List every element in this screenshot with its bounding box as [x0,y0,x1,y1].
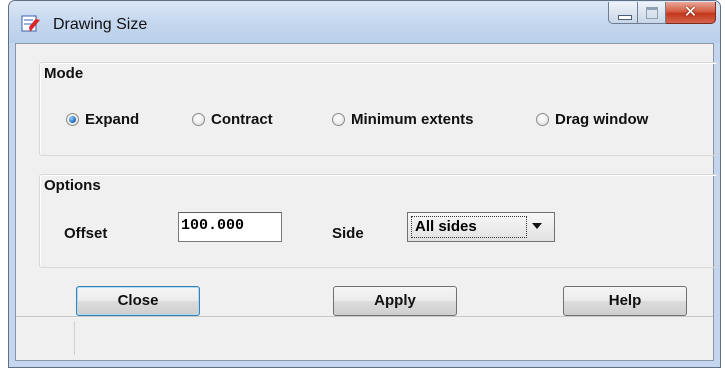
offset-label: Offset [64,225,108,242]
radio-icon [332,113,345,126]
title-bar[interactable]: Drawing Size ✕ [9,1,720,43]
minimize-icon [618,15,632,20]
dropdown-arrow-icon [532,223,542,229]
side-select[interactable]: All sides [407,212,555,242]
close-icon: ✕ [683,2,698,21]
app-icon [21,15,40,32]
radio-icon [66,113,79,126]
side-select-value: All sides [411,216,527,238]
window-title: Drawing Size [53,16,148,33]
minimize-button[interactable] [608,2,638,24]
radio-drag-window[interactable]: Drag window [536,111,648,128]
radio-label: Drag window [555,111,649,128]
radio-minimum-extents[interactable]: Minimum extents [332,111,474,128]
radio-expand[interactable]: Expand [66,111,139,128]
radio-label: Minimum extents [351,111,474,128]
options-group-title: Options [44,177,101,194]
dialog-body: Mode Expand Contract Minimum extents Dra… [15,43,718,361]
radio-icon [192,113,205,126]
side-label: Side [332,225,364,242]
radio-icon [536,113,549,126]
window-controls: ✕ [608,2,716,24]
mode-group [39,62,718,156]
dialog-window: Drawing Size ✕ Mode Expand Contract Mini… [8,0,721,368]
close-window-button[interactable]: ✕ [666,2,716,24]
maximize-icon [646,7,658,19]
mode-group-title: Mode [44,65,84,82]
close-button[interactable]: Close [76,286,200,316]
maximize-button[interactable] [638,2,666,24]
options-group [39,174,718,268]
apply-button[interactable]: Apply [333,286,457,316]
radio-label: Expand [85,111,140,128]
status-bar-divider [74,321,75,355]
radio-label: Contract [211,111,273,128]
offset-field[interactable]: 100.000 [178,212,282,242]
help-button[interactable]: Help [563,286,687,316]
radio-contract[interactable]: Contract [192,111,273,128]
status-bar [16,316,713,360]
